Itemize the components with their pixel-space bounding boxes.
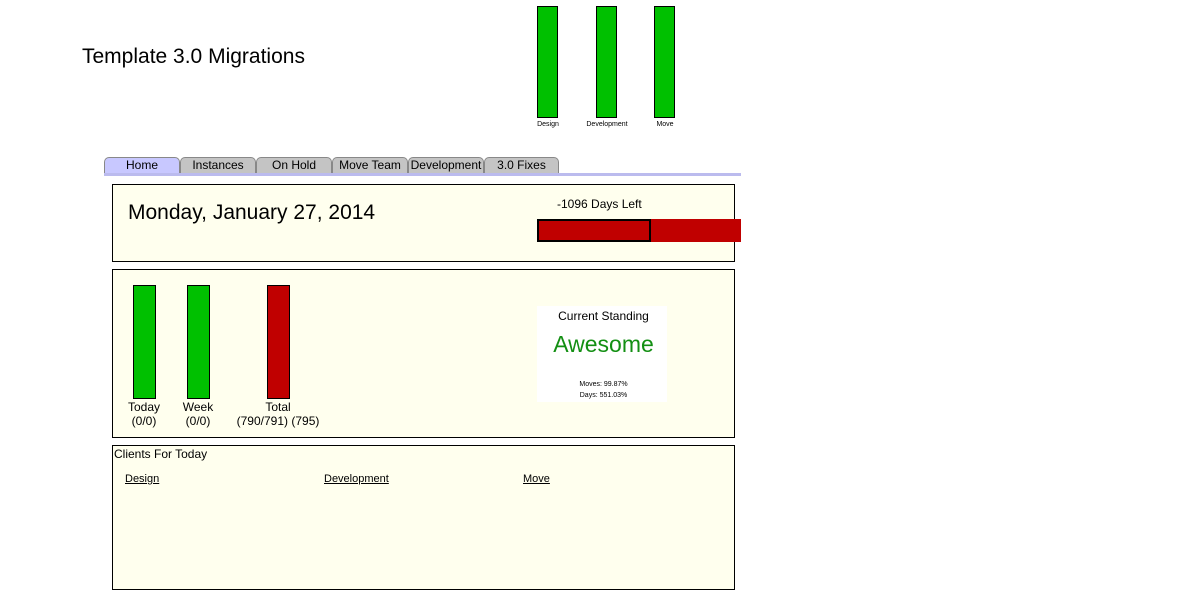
tab-development[interactable]: Development [408, 157, 484, 173]
tab-3-0-fixes[interactable]: 3.0 Fixes [484, 157, 559, 173]
standing-moves: Moves: 99.87% [579, 381, 628, 388]
today-stat: Today (0/0) [119, 400, 169, 428]
move-column-link[interactable]: Move [523, 473, 550, 485]
design-status-bar [537, 6, 558, 118]
clients-panel [112, 445, 735, 590]
standing-days: Days: 551.03% [579, 392, 628, 399]
tab-move-team[interactable]: Move Team [332, 157, 408, 173]
clients-title: Clients For Today [114, 447, 208, 461]
tab-underline [104, 173, 741, 176]
week-stat: Week (0/0) [173, 400, 223, 428]
development-status-bar [596, 6, 617, 118]
tab-home[interactable]: Home [104, 157, 180, 173]
week-label: Week [182, 400, 214, 414]
tab-on-hold[interactable]: On Hold [256, 157, 332, 173]
total-bar [267, 285, 290, 399]
week-bar [187, 285, 210, 399]
today-label: Today [127, 400, 161, 414]
total-value: (790/791) (795) [236, 414, 320, 428]
standing-title: Current Standing [558, 309, 649, 323]
days-left-label: -1096 Days Left [557, 197, 642, 211]
current-date: Monday, January 27, 2014 [128, 201, 376, 224]
page-title: Template 3.0 Migrations [82, 45, 305, 68]
days-progress-fill [537, 219, 651, 242]
total-label: Total [265, 400, 291, 414]
today-value: (0/0) [131, 414, 157, 428]
standing-value: Awesome [553, 331, 654, 357]
move-status-bar [654, 6, 675, 118]
today-bar [133, 285, 156, 399]
total-stat: Total (790/791) (795) [228, 400, 328, 428]
week-value: (0/0) [185, 414, 211, 428]
move-bar-label: Move [656, 121, 674, 128]
design-column-link[interactable]: Design [125, 473, 159, 485]
tab-instances[interactable]: Instances [180, 157, 256, 173]
development-column-link[interactable]: Development [324, 473, 389, 485]
